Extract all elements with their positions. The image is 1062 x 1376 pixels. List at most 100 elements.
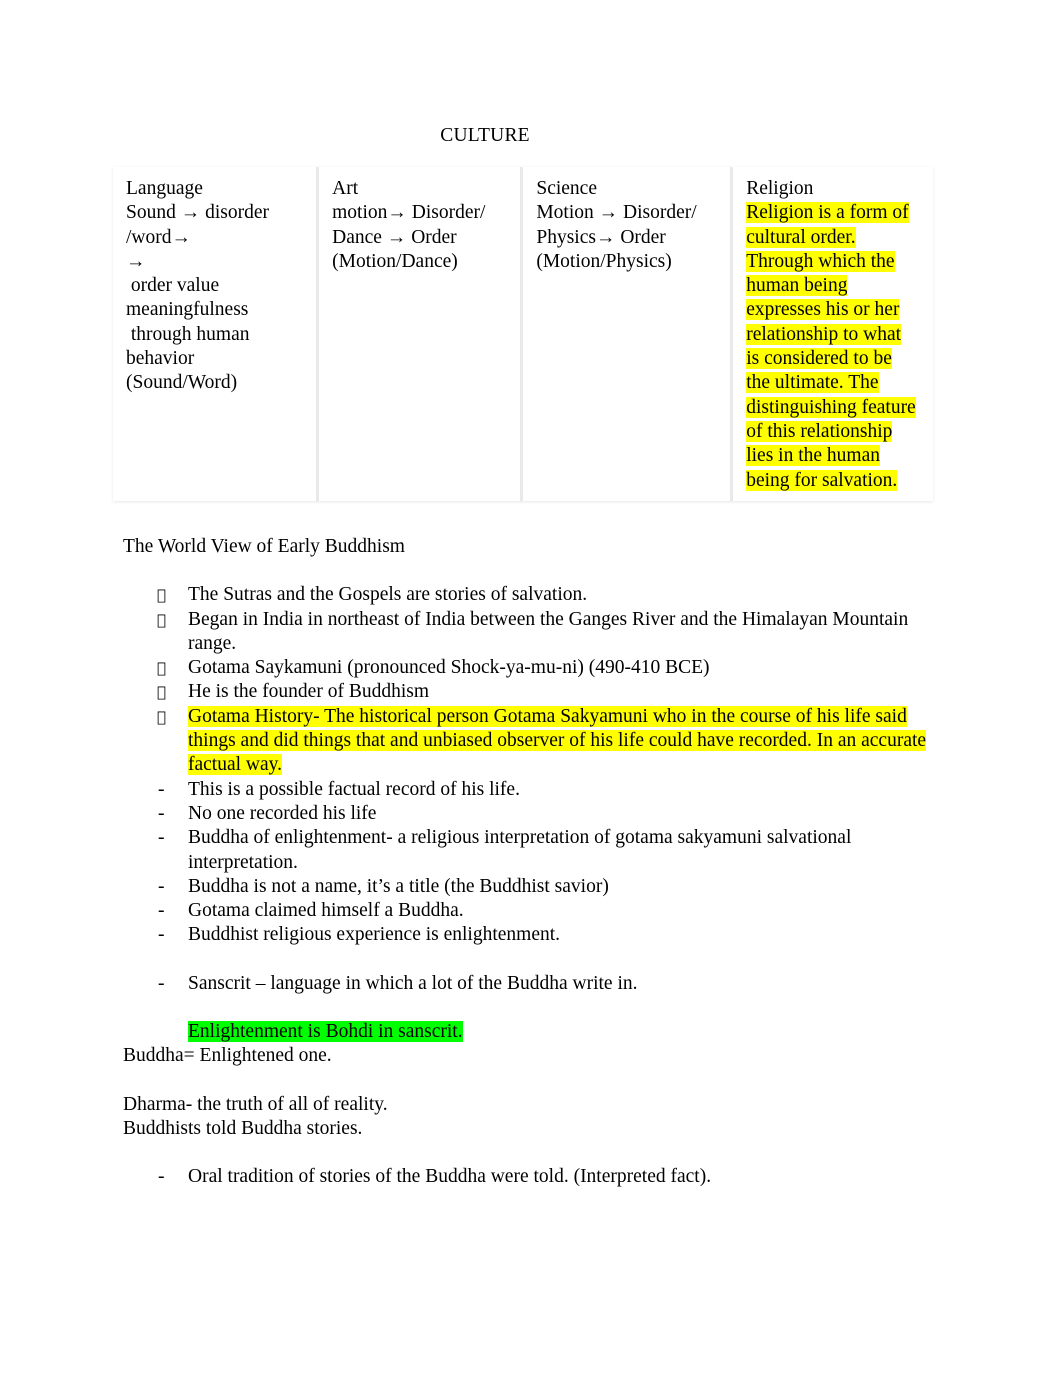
list-item-text-highlighted: Gotama History- The historical person Go… — [188, 705, 927, 776]
cell-line: Religion is a form of — [746, 201, 925, 225]
document-page: CULTURE Language Sound → disorder /word→… — [0, 0, 1062, 1376]
dash-bullet-icon: - — [158, 924, 165, 946]
line-buddhists-told: Buddhists told Buddha stories. — [123, 1117, 363, 1139]
line-buddha-equals: Buddha= Enlightened one. — [123, 1045, 332, 1067]
symbol-bullet-list:  The Sutras and the Gospels are stories… — [123, 583, 943, 777]
cell-line: Sound → disorder — [126, 202, 269, 224]
square-bullet-icon:  — [157, 608, 166, 632]
list-item:  He is the founder of Buddhism — [123, 680, 943, 704]
highlighted-text: lies in the human — [746, 445, 880, 467]
table-cell-language: Language Sound → disorder /word→ → order… — [113, 167, 320, 501]
cell-line: lies in the human — [746, 444, 925, 468]
dash-bullet-icon: - — [158, 875, 165, 897]
list-item: - Gotama claimed himself a Buddha. — [123, 899, 943, 923]
list-item: - Buddha of enlightenment- a religious i… — [123, 826, 943, 875]
highlighted-text: relationship to what — [746, 323, 902, 345]
square-bullet-icon:  — [157, 656, 166, 680]
dash-bullet-list: - This is a possible factual record of h… — [123, 778, 943, 948]
list-item: - Buddhist religious experience is enlig… — [123, 923, 943, 947]
dash-bullet-icon: - — [158, 972, 165, 994]
cell-line: /word→ — [126, 226, 191, 248]
list-item:  Began in India in northeast of India b… — [123, 608, 943, 657]
list-item: - This is a possible factual record of h… — [123, 778, 943, 802]
list-item: - Oral tradition of stories of the Buddh… — [123, 1165, 943, 1189]
cell-line: relationship to what — [746, 323, 925, 347]
table-cell-science: Science Motion → Disorder/ Physics→ Orde… — [523, 167, 734, 501]
list-item: - Sanscrit – language in which a lot of … — [123, 972, 943, 996]
highlighted-text: is considered to be — [746, 348, 892, 370]
cell-line: meaningfulness — [126, 299, 249, 321]
cell-line: through human — [126, 323, 250, 345]
cell-line: Motion → Disorder/ — [536, 202, 697, 224]
list-item-text: Began in India in northeast of India bet… — [188, 608, 909, 654]
list-item-text: No one recorded his life — [188, 802, 377, 824]
cell-line: the ultimate. The — [746, 371, 925, 395]
cell-line: distinguishing feature — [746, 396, 925, 420]
green-highlight-line: Enlightenment is Bohdi in sanscrit. — [123, 1020, 943, 1044]
cell-header-language: Language — [126, 178, 203, 199]
list-item-text: Sanscrit – language in which a lot of th… — [188, 972, 638, 994]
line-dharma: Dharma- the truth of all of reality. — [123, 1093, 388, 1115]
cell-line: expresses his or her — [746, 298, 925, 322]
cell-header-religion: Religion — [746, 178, 814, 199]
dash-bullet-icon: - — [158, 802, 165, 824]
highlighted-text: expresses his or her — [746, 299, 900, 321]
highlighted-text: the ultimate. The — [746, 372, 879, 394]
highlighted-text: Through which the — [746, 250, 895, 272]
highlighted-text: being for salvation. — [746, 469, 898, 491]
list-item: - No one recorded his life — [123, 802, 943, 826]
highlighted-text: cultural order. — [746, 226, 856, 248]
list-item-text: Oral tradition of stories of the Buddha … — [188, 1166, 712, 1188]
square-bullet-icon:  — [157, 705, 166, 729]
cell-line: (Motion/Physics) — [536, 250, 672, 272]
heading-world-view: The World View of Early Buddhism — [123, 536, 405, 557]
dash-bullet-list-sanscrit: - Sanscrit – language in which a lot of … — [123, 972, 943, 996]
square-bullet-icon:  — [157, 680, 166, 704]
table-cell-religion: Religion Religion is a form of cultural … — [733, 167, 933, 501]
square-bullet-icon:  — [157, 583, 166, 607]
list-item-text: Gotama claimed himself a Buddha. — [188, 900, 464, 922]
highlighted-text: of this relationship — [746, 420, 893, 442]
cell-line: motion→ Disorder/ — [332, 202, 486, 224]
list-item:  The Sutras and the Gospels are stories… — [123, 583, 943, 607]
list-item: - Buddha is not a name, it’s a title (th… — [123, 875, 943, 899]
cell-line: order value — [126, 275, 220, 297]
list-item-text: Gotama Saykamuni (pronounced Shock-ya-mu… — [188, 657, 710, 679]
list-item-text: He is the founder of Buddhism — [188, 681, 430, 703]
list-item-text: Buddha of enlightenment- a religious int… — [188, 827, 852, 873]
cell-line: of this relationship — [746, 420, 925, 444]
dash-bullet-icon: - — [158, 827, 165, 849]
cell-line: behavior — [126, 348, 195, 370]
dash-bullet-icon: - — [158, 778, 165, 800]
highlighted-text: Religion is a form of — [746, 202, 909, 224]
dash-bullet-icon: - — [158, 1166, 165, 1188]
cell-header-science: Science — [536, 178, 597, 199]
cell-line: (Sound/Word) — [126, 372, 238, 394]
dash-bullet-icon: - — [158, 900, 165, 922]
table-row: Language Sound → disorder /word→ → order… — [113, 167, 933, 501]
cell-header-art: Art — [332, 178, 359, 199]
cell-line: Through which the — [746, 250, 925, 274]
list-item:  Gotama Saykamuni (pronounced Shock-ya-… — [123, 656, 943, 680]
page-title: CULTURE — [440, 125, 530, 146]
cell-line: → — [126, 250, 146, 272]
list-item-text: Buddhist religious experience is enlight… — [188, 924, 561, 946]
cell-line: being for salvation. — [746, 469, 925, 493]
cell-line: cultural order. — [746, 226, 925, 250]
highlighted-text: human being — [746, 275, 848, 297]
cell-line: Dance → Order — [332, 226, 457, 248]
list-item-text: Buddha is not a name, it’s a title (the … — [188, 875, 609, 897]
dash-bullet-list-oral: - Oral tradition of stories of the Buddh… — [123, 1165, 943, 1189]
highlighted-text: distinguishing feature — [746, 396, 916, 418]
list-item-text: The Sutras and the Gospels are stories o… — [188, 584, 588, 606]
culture-table: Language Sound → disorder /word→ → order… — [113, 167, 933, 501]
list-item:  Gotama History- The historical person … — [123, 705, 943, 778]
cell-line: is considered to be — [746, 347, 925, 371]
highlighted-text-green: Enlightenment is Bohdi in sanscrit. — [188, 1021, 463, 1043]
cell-line: (Motion/Dance) — [332, 250, 458, 272]
